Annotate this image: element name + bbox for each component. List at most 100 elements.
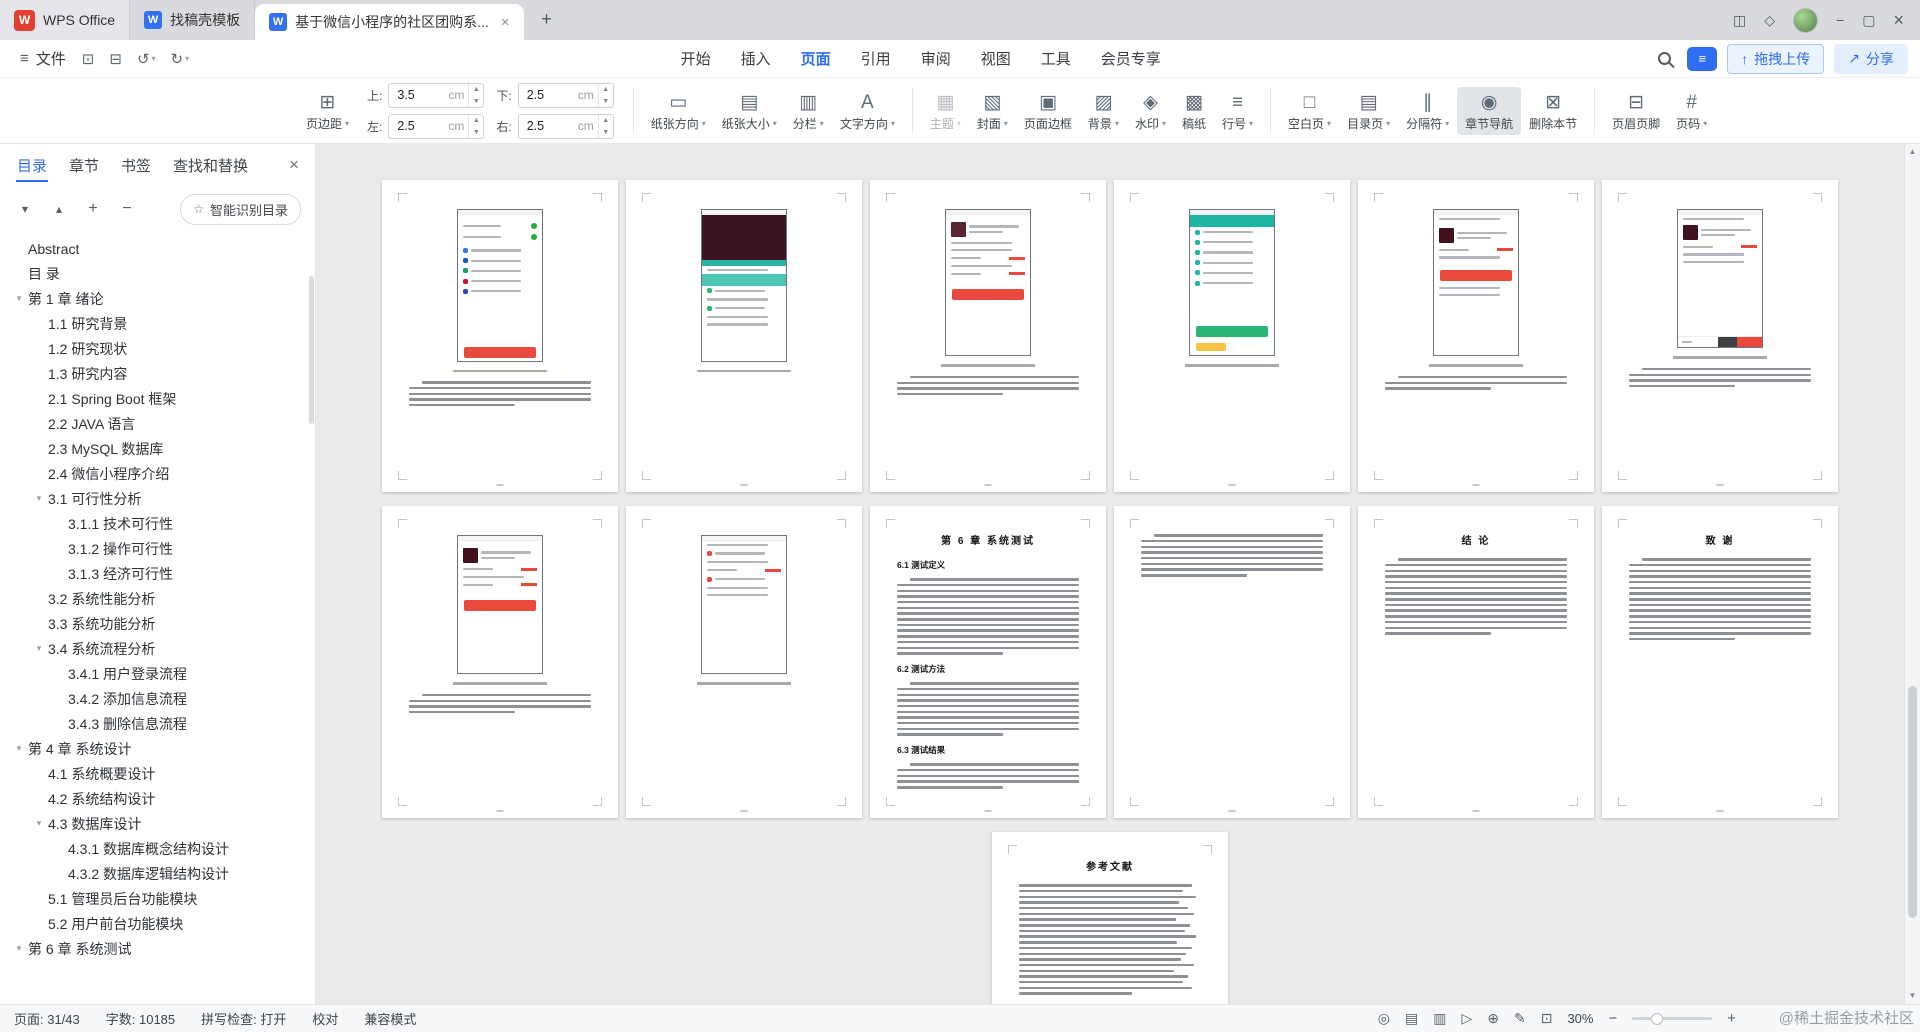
margin-bottom-input[interactable]: 2.5 cm ▲ ▼ (517, 82, 614, 108)
save-button[interactable]: ⊡ (82, 50, 95, 68)
toc-item[interactable]: 4.3.1 数据库概念结构设计 (0, 836, 315, 861)
toc-item[interactable]: 3.2 系统性能分析 (0, 586, 315, 611)
margin-left-input[interactable]: 2.5 cm ▲ ▼ (388, 113, 485, 139)
sidebar-close-icon[interactable]: × (289, 155, 299, 175)
page-thumbnail[interactable] (1602, 180, 1838, 492)
toc-item[interactable]: 3.1.2 操作可行性 (0, 536, 315, 561)
maximize-button[interactable]: ▢ (1862, 12, 1875, 29)
margin-top-input[interactable]: 3.5 cm ▲ ▼ (388, 82, 485, 108)
margin-right-input[interactable]: 2.5 cm ▲ ▼ (517, 113, 614, 139)
zoom-slider[interactable] (1632, 1013, 1713, 1025)
expand-arrow-icon[interactable]: ▾ (10, 743, 28, 754)
fit-page-icon[interactable]: ⊡ (1541, 1010, 1553, 1027)
minimize-button[interactable]: − (1836, 12, 1844, 28)
proofread-button[interactable]: 校对 (312, 1009, 338, 1028)
skin-icon[interactable]: ◇ (1764, 12, 1775, 29)
new-tab-button[interactable]: + (534, 7, 560, 33)
page-thumbnail[interactable] (870, 180, 1106, 492)
toc-item[interactable]: 5.1 管理员后台功能模块 (0, 886, 315, 911)
document-canvas[interactable]: 第 6 章 系统测试 6.1 测试定义 6.2 测试方法 6.3 测试结果 结 论 致 谢… (316, 144, 1920, 1004)
spinner[interactable]: ▲ ▼ (468, 83, 483, 107)
book-read-mode-icon[interactable]: ⊕ (1487, 1010, 1499, 1027)
toc-item[interactable]: 3.4.2 添加信息流程 (0, 686, 315, 711)
collapse-all-button[interactable]: ▾ (14, 198, 36, 220)
drag-upload-button[interactable]: ↑ 拖拽上传 (1727, 43, 1825, 74)
ribbon-tab-插入[interactable]: 插入 (727, 42, 785, 75)
zoom-in-button[interactable]: + (1727, 1010, 1736, 1027)
tab-close-icon[interactable]: × (501, 14, 510, 31)
cloud-doc-icon[interactable]: ≡ (1687, 46, 1718, 71)
toc-item[interactable]: 1.3 研究内容 (0, 361, 315, 386)
ribbon-tab-工具[interactable]: 工具 (1027, 42, 1085, 75)
layout-switch-icon[interactable]: ◫ (1733, 12, 1746, 29)
toc-item[interactable]: 2.3 MySQL 数据库 (0, 436, 315, 461)
toc-item[interactable]: 3.4.1 用户登录流程 (0, 661, 315, 686)
ribbon-button-行号[interactable]: ≡ 行号 ▾ (1214, 87, 1261, 135)
ribbon-button-封面[interactable]: ▧ 封面 ▾ (969, 87, 1016, 135)
toc-item[interactable]: 3.3 系统功能分析 (0, 611, 315, 636)
toc-item[interactable]: 2.2 JAVA 语言 (0, 411, 315, 436)
toc-item[interactable]: ▾ 4.3 数据库设计 (0, 811, 315, 836)
ribbon-tab-会员专享[interactable]: 会员专享 (1087, 42, 1175, 75)
toc-item[interactable]: 1.1 研究背景 (0, 311, 315, 336)
page-thumbnail[interactable]: 致 谢 (1602, 506, 1838, 818)
sidebar-tab-目录[interactable]: 目录 (16, 144, 49, 187)
ribbon-button-页眉页脚[interactable]: ⊟ 页眉页脚 (1604, 87, 1668, 135)
share-button[interactable]: ↗ 分享 (1834, 43, 1908, 74)
zoom-value[interactable]: 30% (1567, 1011, 1593, 1026)
expand-all-button[interactable]: ▴ (48, 198, 70, 220)
ribbon-button-目录页[interactable]: ▤ 目录页 ▾ (1339, 87, 1398, 135)
expand-arrow-icon[interactable]: ▾ (10, 943, 28, 954)
toc-item[interactable]: ▾ 第 1 章 绪论 (0, 286, 315, 311)
ribbon-tab-审阅[interactable]: 审阅 (907, 42, 965, 75)
toc-item[interactable]: ▾ 3.4 系统流程分析 (0, 636, 315, 661)
spellcheck-status[interactable]: 拼写检查: 打开 (201, 1009, 286, 1028)
document-tab[interactable]: W 找稿壳模板 (130, 0, 256, 40)
page-thumbnail[interactable] (382, 506, 618, 818)
promote-button[interactable]: + (82, 198, 104, 220)
ribbon-button-章节导航[interactable]: ◉ 章节导航 (1457, 86, 1522, 135)
spinner[interactable]: ▲ ▼ (597, 83, 613, 107)
word-count[interactable]: 字数: 10185 (106, 1009, 175, 1028)
home-tab[interactable]: W WPS Office (0, 0, 131, 40)
expand-arrow-icon[interactable]: ▾ (10, 293, 28, 304)
ribbon-tab-引用[interactable]: 引用 (847, 42, 905, 75)
ribbon-button-删除本节[interactable]: ⊠ 删除本节 (1521, 87, 1585, 135)
page-thumbnail[interactable] (1114, 180, 1350, 492)
vertical-scrollbar[interactable]: ▲ ▼ (1904, 144, 1920, 1004)
page-thumbnail[interactable]: 参考文献 (992, 832, 1228, 1004)
undo-button[interactable]: ↺ ▾ (137, 50, 156, 68)
toc-item[interactable]: 4.3.2 数据库逻辑结构设计 (0, 861, 315, 886)
compat-mode-badge[interactable]: 兼容模式 (364, 1009, 416, 1028)
sidebar-tab-章节[interactable]: 章节 (68, 144, 100, 187)
multi-page-view-icon[interactable]: ▥ (1433, 1010, 1446, 1027)
page-thumbnail[interactable] (626, 506, 862, 818)
ribbon-button-页面边框[interactable]: ▣ 页面边框 (1016, 87, 1080, 135)
spinner[interactable]: ▲ ▼ (468, 114, 483, 138)
ribbon-button-页边距[interactable]: ⊞ 页边距 ▾ (298, 87, 357, 135)
ribbon-button-纸张方向[interactable]: ▭ 纸张方向 ▾ (643, 87, 714, 135)
toc-item[interactable]: 4.1 系统概要设计 (0, 761, 315, 786)
ribbon-tab-页面[interactable]: 页面 (787, 42, 845, 75)
page-thumbnail[interactable] (382, 180, 618, 492)
toc-item[interactable]: 2.1 Spring Boot 框架 (0, 386, 315, 411)
smart-toc-button[interactable]: ☆ 智能识别目录 (180, 193, 301, 225)
page-thumbnail[interactable] (626, 180, 862, 492)
toc-item[interactable]: 3.1.1 技术可行性 (0, 511, 315, 536)
toc-item[interactable]: 5.2 用户前台功能模块 (0, 911, 315, 936)
play-demo-icon[interactable]: ▷ (1461, 1010, 1472, 1027)
ribbon-button-纸张大小[interactable]: ▤ 纸张大小 ▾ (714, 87, 785, 135)
page-thumbnail[interactable] (1358, 180, 1594, 492)
eye-protection-icon[interactable]: ◎ (1378, 1010, 1390, 1027)
expand-arrow-icon[interactable]: ▾ (30, 643, 48, 654)
toc-item[interactable]: 目 录 (0, 261, 315, 286)
ribbon-button-空白页[interactable]: □ 空白页 ▾ (1280, 87, 1339, 135)
toc-item[interactable]: 2.4 微信小程序介绍 (0, 461, 315, 486)
ink-pen-icon[interactable]: ✎ (1514, 1010, 1526, 1027)
expand-arrow-icon[interactable]: ▾ (30, 818, 48, 829)
zoom-out-button[interactable]: − (1608, 1010, 1617, 1027)
toc-item[interactable]: 3.4.3 删除信息流程 (0, 711, 315, 736)
toc-item[interactable]: 4.2 系统结构设计 (0, 786, 315, 811)
page-indicator[interactable]: 页面: 31/43 (14, 1009, 80, 1028)
scroll-up-icon[interactable]: ▲ (1905, 144, 1920, 160)
